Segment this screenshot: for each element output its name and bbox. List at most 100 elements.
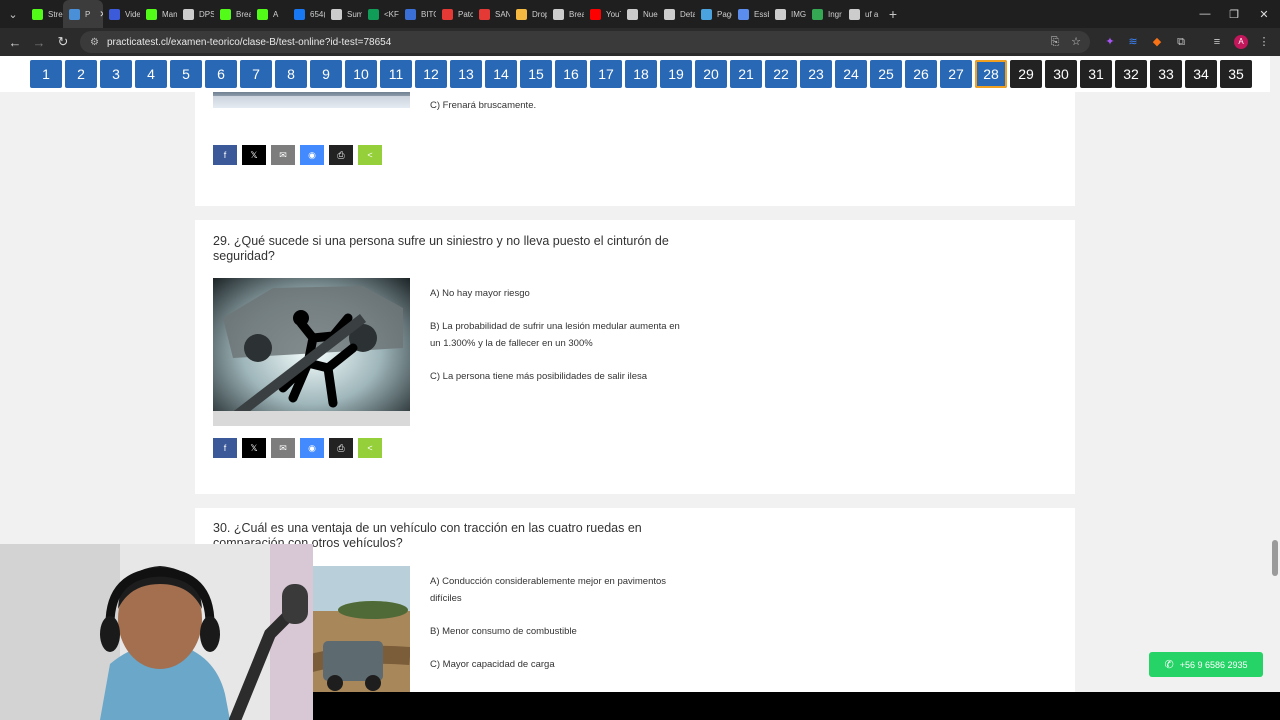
question-nav-button-19[interactable]: 19	[660, 60, 692, 88]
question-nav-button-14[interactable]: 14	[485, 60, 517, 88]
tab-search-icon[interactable]: ⌄	[0, 0, 26, 28]
question-nav-button-6[interactable]: 6	[205, 60, 237, 88]
question-nav-button-35[interactable]: 35	[1220, 60, 1252, 88]
browser-tab[interactable]: A	[251, 0, 288, 28]
twitter-share-button[interactable]: 𝕏	[242, 145, 266, 165]
question-nav-button-17[interactable]: 17	[590, 60, 622, 88]
extensions-puzzle-icon[interactable]: ⧉	[1173, 34, 1189, 50]
facebook-share-button[interactable]: f	[213, 438, 237, 458]
twitter-share-button[interactable]: 𝕏	[242, 438, 266, 458]
forward-icon[interactable]: →	[27, 28, 51, 56]
question-nav-button-26[interactable]: 26	[905, 60, 937, 88]
browser-tab[interactable]: Ingr	[806, 0, 843, 28]
question-nav-button-29[interactable]: 29	[1010, 60, 1042, 88]
browser-tab[interactable]: Man	[140, 0, 177, 28]
question-nav-button-21[interactable]: 21	[730, 60, 762, 88]
email-share-button[interactable]: ✉	[271, 438, 295, 458]
share-button[interactable]: <	[358, 438, 382, 458]
browser-tab[interactable]: P✕	[63, 0, 103, 28]
question-nav-button-20[interactable]: 20	[695, 60, 727, 88]
question-nav-button-31[interactable]: 31	[1080, 60, 1112, 88]
install-app-icon[interactable]: ⎘	[1047, 34, 1063, 50]
question-nav-button-2[interactable]: 2	[65, 60, 97, 88]
question-nav-button-24[interactable]: 24	[835, 60, 867, 88]
print-button[interactable]: ⎙	[329, 438, 353, 458]
browser-tab[interactable]: SAN	[473, 0, 510, 28]
question-nav-button-8[interactable]: 8	[275, 60, 307, 88]
question-nav-button-1[interactable]: 1	[30, 60, 62, 88]
browser-tab[interactable]: Sum	[325, 0, 362, 28]
reload-icon[interactable]: ↻	[51, 28, 75, 56]
browser-tab[interactable]: Brea	[547, 0, 584, 28]
minimize-icon[interactable]: —	[1190, 0, 1220, 28]
question-nav-button-15[interactable]: 15	[520, 60, 552, 88]
browser-tab[interactable]: 654(	[288, 0, 325, 28]
extension-icon[interactable]: ≋	[1125, 34, 1141, 50]
browser-tab[interactable]: Drop	[510, 0, 547, 28]
question-nav-button-23[interactable]: 23	[800, 60, 832, 88]
question-nav-button-7[interactable]: 7	[240, 60, 272, 88]
answer-option-c[interactable]: C) La persona tiene más posibilidades de…	[430, 368, 690, 385]
answer-option-c[interactable]: C) Mayor capacidad de carga	[430, 656, 690, 673]
messenger-share-button[interactable]: ◉	[300, 145, 324, 165]
question-nav-button-5[interactable]: 5	[170, 60, 202, 88]
maximize-icon[interactable]: ❐	[1219, 0, 1249, 28]
browser-tab[interactable]: Deta	[658, 0, 695, 28]
close-window-icon[interactable]: ✕	[1249, 0, 1279, 28]
profile-avatar[interactable]: A	[1234, 35, 1248, 49]
extension-icon[interactable]: ◆	[1149, 34, 1165, 50]
browser-tab[interactable]: Pagc	[695, 0, 732, 28]
answer-option[interactable]: C) Frenará bruscamente.	[430, 97, 690, 114]
question-nav-button-3[interactable]: 3	[100, 60, 132, 88]
print-button[interactable]: ⎙	[329, 145, 353, 165]
browser-tab[interactable]: Essb	[732, 0, 769, 28]
extension-icon[interactable]: ✦	[1102, 34, 1118, 50]
browser-tab[interactable]: uf a	[843, 0, 880, 28]
question-nav-button-28[interactable]: 28	[975, 60, 1007, 88]
question-nav-button-11[interactable]: 11	[380, 60, 412, 88]
share-button[interactable]: <	[358, 145, 382, 165]
answer-option-b[interactable]: B) Menor consumo de combustible	[430, 623, 690, 640]
question-nav-button-22[interactable]: 22	[765, 60, 797, 88]
back-icon[interactable]: ←	[3, 28, 27, 56]
browser-tab[interactable]: <KF	[362, 0, 399, 28]
question-nav-button-10[interactable]: 10	[345, 60, 377, 88]
browser-tab[interactable]: Vide	[103, 0, 140, 28]
bookmark-star-icon[interactable]: ☆	[1068, 34, 1084, 50]
menu-kebab-icon[interactable]: ⋮	[1256, 34, 1272, 50]
facebook-share-button[interactable]: f	[213, 145, 237, 165]
site-info-icon[interactable]: ⚙	[90, 37, 99, 48]
messenger-share-button[interactable]: ◉	[300, 438, 324, 458]
answer-option-a[interactable]: A) Conducción considerablemente mejor en…	[430, 573, 690, 607]
browser-tab[interactable]: IMG	[769, 0, 806, 28]
question-nav-button-18[interactable]: 18	[625, 60, 657, 88]
url-field[interactable]: ⚙ practicatest.cl/examen-teorico/clase-B…	[80, 31, 1090, 53]
browser-tab[interactable]: Patc	[436, 0, 473, 28]
question-nav-button-27[interactable]: 27	[940, 60, 972, 88]
question-nav-button-30[interactable]: 30	[1045, 60, 1077, 88]
page-scrollbar[interactable]	[1270, 56, 1280, 720]
question-nav-button-16[interactable]: 16	[555, 60, 587, 88]
reading-list-icon[interactable]: ≡	[1209, 34, 1225, 50]
question-nav-button-9[interactable]: 9	[310, 60, 342, 88]
address-bar-row: ← → ↻ ⚙ practicatest.cl/examen-teorico/c…	[0, 28, 1280, 56]
question-nav-button-12[interactable]: 12	[415, 60, 447, 88]
question-nav-button-13[interactable]: 13	[450, 60, 482, 88]
question-nav-button-33[interactable]: 33	[1150, 60, 1182, 88]
browser-tab[interactable]: Brea	[214, 0, 251, 28]
question-nav-button-32[interactable]: 32	[1115, 60, 1147, 88]
question-nav-button-25[interactable]: 25	[870, 60, 902, 88]
browser-tab[interactable]: DPS	[177, 0, 214, 28]
answer-option-a[interactable]: A) No hay mayor riesgo	[430, 285, 690, 302]
browser-tab[interactable]: Nue	[621, 0, 658, 28]
browser-tab[interactable]: BITO	[399, 0, 436, 28]
answer-option-b[interactable]: B) La probabilidad de sufrir una lesión …	[430, 318, 690, 352]
new-tab-button[interactable]: +	[880, 0, 906, 28]
whatsapp-contact-button[interactable]: ✆ +56 9 6586 2935	[1149, 652, 1263, 677]
scrollbar-thumb[interactable]	[1272, 540, 1278, 576]
browser-tab[interactable]: Strea	[26, 0, 63, 28]
email-share-button[interactable]: ✉	[271, 145, 295, 165]
question-nav-button-34[interactable]: 34	[1185, 60, 1217, 88]
browser-tab[interactable]: YouT	[584, 0, 621, 28]
question-nav-button-4[interactable]: 4	[135, 60, 167, 88]
